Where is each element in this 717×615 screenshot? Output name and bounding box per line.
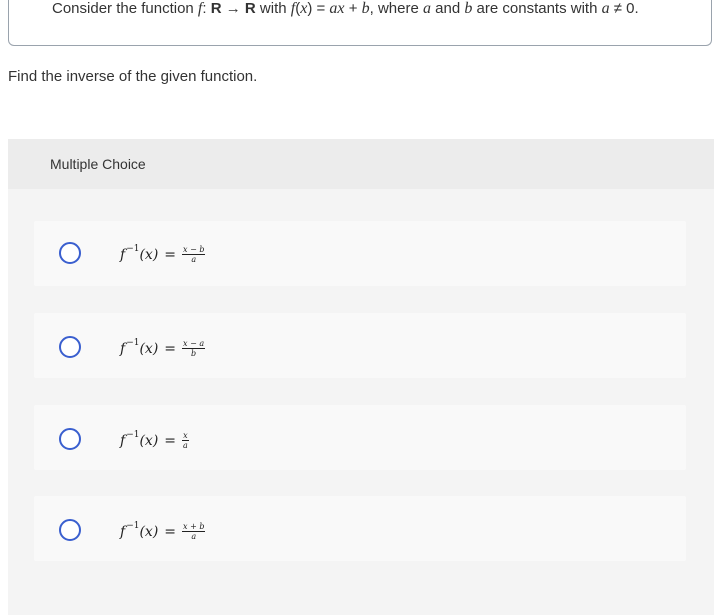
choice-option-1[interactable]: f −1 (x) = x − b a	[34, 221, 686, 286]
multiple-choice-header: Multiple Choice	[8, 139, 714, 189]
formula-eq: =	[164, 246, 177, 263]
choice-formula: f −1 (x) = x + b a	[120, 520, 206, 541]
formula-sup: −1	[126, 337, 140, 348]
formula-arg: (x)	[139, 523, 159, 540]
choice-formula: f −1 (x) = x − a b	[120, 337, 206, 358]
formula-sup: −1	[126, 243, 140, 254]
radio-button[interactable]	[59, 242, 81, 264]
formula-eq: =	[164, 340, 177, 357]
fraction-numerator: x + b	[182, 522, 206, 532]
formula-sup: −1	[126, 520, 140, 531]
fraction-denominator: a	[191, 532, 197, 541]
multiple-choice-title: Multiple Choice	[50, 156, 146, 172]
formula-lhs: f	[120, 523, 126, 540]
formula-lhs: f	[120, 432, 126, 449]
choice-formula: f −1 (x) = x a	[120, 429, 189, 450]
prompt-text: Consider the function f: R → R with f(x)…	[52, 0, 639, 17]
radio-button[interactable]	[59, 519, 81, 541]
formula-fraction: x a	[182, 431, 189, 450]
formula-fraction: x + b a	[182, 522, 206, 541]
choice-formula: f −1 (x) = x − b a	[120, 243, 206, 264]
fraction-denominator: a	[183, 441, 188, 450]
formula-eq: =	[164, 432, 177, 449]
choice-option-2[interactable]: f −1 (x) = x − a b	[34, 313, 686, 378]
formula-lhs: f	[120, 340, 126, 357]
multiple-choice-panel: Multiple Choice f −1 (x) = x − b a f −1 …	[8, 139, 714, 615]
formula-lhs: f	[120, 246, 126, 263]
formula-arg: (x)	[139, 246, 159, 263]
question-text: Find the inverse of the given function.	[8, 68, 258, 85]
fraction-denominator: a	[191, 255, 197, 264]
fraction-numerator: x	[182, 431, 189, 441]
prompt-box: Consider the function f: R → R with f(x)…	[8, 0, 712, 46]
fraction-numerator: x − b	[182, 245, 206, 255]
formula-arg: (x)	[139, 340, 159, 357]
fraction-numerator: x − a	[182, 339, 206, 349]
formula-sup: −1	[126, 429, 140, 440]
formula-fraction: x − a b	[182, 339, 206, 358]
choice-option-4[interactable]: f −1 (x) = x + b a	[34, 496, 686, 561]
choice-option-3[interactable]: f −1 (x) = x a	[34, 405, 686, 470]
formula-fraction: x − b a	[182, 245, 206, 264]
radio-button[interactable]	[59, 428, 81, 450]
fraction-denominator: b	[191, 349, 197, 358]
radio-button[interactable]	[59, 336, 81, 358]
formula-eq: =	[164, 523, 177, 540]
formula-arg: (x)	[139, 432, 159, 449]
